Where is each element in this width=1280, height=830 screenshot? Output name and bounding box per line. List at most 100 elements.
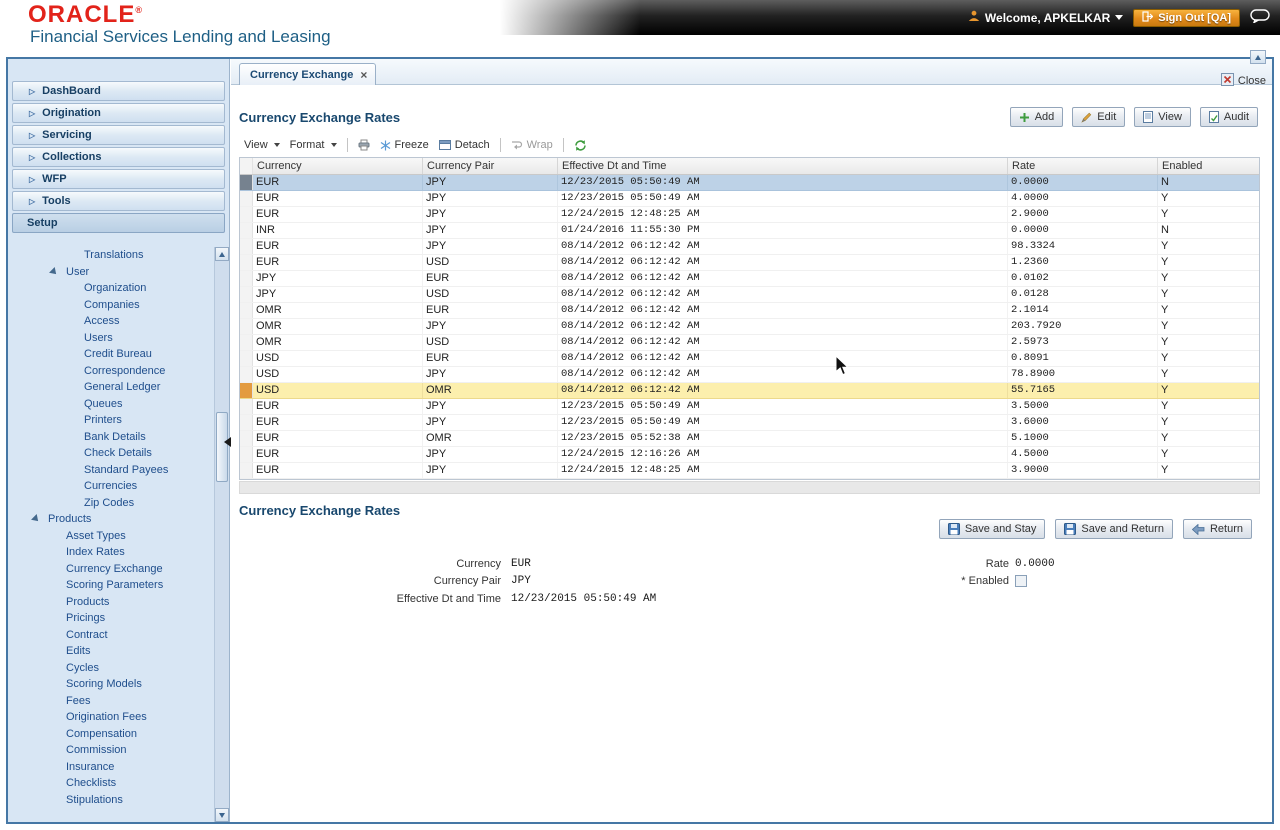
- tree-item-label: Check Details: [84, 447, 152, 459]
- table-row[interactable]: EURJPY08/14/2012 06:12:42 AM98.3324Y: [240, 239, 1259, 255]
- table-row[interactable]: JPYEUR08/14/2012 06:12:42 AM0.0102Y: [240, 271, 1259, 287]
- return-button[interactable]: Return: [1183, 519, 1252, 539]
- save-and-stay-button[interactable]: Save and Stay: [939, 519, 1046, 539]
- tree-item-scoring-models[interactable]: Scoring Models: [66, 676, 214, 693]
- toolbar-view-menu[interactable]: View: [239, 139, 285, 151]
- enabled-checkbox[interactable]: [1015, 575, 1027, 587]
- header-rate[interactable]: Rate: [1008, 158, 1158, 174]
- table-row[interactable]: EURJPY12/23/2015 05:50:49 AM4.0000Y: [240, 191, 1259, 207]
- table-row[interactable]: OMREUR08/14/2012 06:12:42 AM2.1014Y: [240, 303, 1259, 319]
- cell-datetime: 08/14/2012 06:12:42 AM: [558, 335, 1008, 350]
- table-row[interactable]: EURJPY12/23/2015 05:50:49 AM3.5000Y: [240, 399, 1259, 415]
- tree-item-compensation[interactable]: Compensation: [66, 726, 214, 743]
- tree-item-scoring-parameters[interactable]: Scoring Parameters: [66, 577, 214, 594]
- chat-icon[interactable]: [1250, 9, 1270, 26]
- tree-item-fees[interactable]: Fees: [66, 693, 214, 710]
- tree-item-bank-details[interactable]: Bank Details: [84, 429, 214, 446]
- tree-item-asset-types[interactable]: Asset Types: [66, 528, 214, 545]
- table-row[interactable]: OMRUSD08/14/2012 06:12:42 AM2.5973Y: [240, 335, 1259, 351]
- edit-button[interactable]: Edit: [1072, 107, 1125, 127]
- tree-item-standard-payees[interactable]: Standard Payees: [84, 462, 214, 479]
- header-datetime[interactable]: Effective Dt and Time: [558, 158, 1008, 174]
- sidebar-item-origination[interactable]: ▷Origination: [12, 103, 225, 123]
- tree-item-products[interactable]: Products: [66, 594, 214, 611]
- add-button[interactable]: Add: [1010, 107, 1064, 127]
- cell-currency-pair: USD: [423, 287, 558, 302]
- tree-item-check-details[interactable]: Check Details: [84, 445, 214, 462]
- tree-item-credit-bureau[interactable]: Credit Bureau: [84, 346, 214, 363]
- tree-item-edits[interactable]: Edits: [66, 643, 214, 660]
- save-and-return-button[interactable]: Save and Return: [1055, 519, 1173, 539]
- sidebar-item-tools[interactable]: ▷Tools: [12, 191, 225, 211]
- sidebar-collapse-handle[interactable]: [224, 431, 234, 453]
- print-button[interactable]: [353, 139, 375, 151]
- tree-item-organization[interactable]: Organization: [84, 280, 214, 297]
- tree-item-checklists[interactable]: Checklists: [66, 775, 214, 792]
- tree-item-index-rates[interactable]: Index Rates: [66, 544, 214, 561]
- tree-item-commission[interactable]: Commission: [66, 742, 214, 759]
- table-row[interactable]: INRJPY01/24/2016 11:55:30 PM0.0000N: [240, 223, 1259, 239]
- tree-item-label: Companies: [84, 299, 140, 311]
- user-menu[interactable]: Welcome, APKELKAR: [968, 10, 1123, 25]
- tree-item-contract[interactable]: Contract: [66, 627, 214, 644]
- header-enabled[interactable]: Enabled: [1158, 158, 1259, 174]
- tree-item-translations[interactable]: Translations: [84, 247, 214, 264]
- view-button[interactable]: View: [1134, 107, 1191, 127]
- table-row[interactable]: EURUSD08/14/2012 06:12:42 AM1.2360Y: [240, 255, 1259, 271]
- table-row[interactable]: EURJPY12/23/2015 05:50:49 AM0.0000N: [240, 175, 1259, 191]
- tree-item-currency-exchange[interactable]: Currency Exchange: [66, 561, 214, 578]
- detach-button[interactable]: Detach: [434, 139, 495, 151]
- row-marker: [240, 175, 253, 190]
- tree-item-zip-codes[interactable]: Zip Codes: [84, 495, 214, 512]
- table-row[interactable]: USDOMR08/14/2012 06:12:42 AM55.7165Y: [240, 383, 1259, 399]
- tree-item-currencies[interactable]: Currencies: [84, 478, 214, 495]
- audit-button[interactable]: Audit: [1200, 107, 1258, 127]
- page-scroll-up-button[interactable]: [1250, 50, 1266, 64]
- table-row[interactable]: EUROMR12/23/2015 05:52:38 AM5.1000Y: [240, 431, 1259, 447]
- table-row[interactable]: USDJPY08/14/2012 06:12:42 AM78.8900Y: [240, 367, 1259, 383]
- sidebar-scrollbar[interactable]: [214, 247, 229, 822]
- grid-horizontal-scrollbar[interactable]: [239, 481, 1260, 494]
- tree-item-origination-fees[interactable]: Origination Fees: [66, 709, 214, 726]
- wrap-button[interactable]: Wrap: [506, 139, 558, 151]
- table-row[interactable]: EURJPY12/24/2015 12:48:25 AM3.9000Y: [240, 463, 1259, 479]
- tree-item-insurance[interactable]: Insurance: [66, 759, 214, 776]
- tree-item-users[interactable]: Users: [84, 330, 214, 347]
- toolbar-format-menu[interactable]: Format: [285, 139, 342, 151]
- sidebar-item-dashboard[interactable]: ▷DashBoard: [12, 81, 225, 101]
- tree-item-printers[interactable]: Printers: [84, 412, 214, 429]
- table-row[interactable]: EURJPY12/23/2015 05:50:49 AM3.6000Y: [240, 415, 1259, 431]
- table-row[interactable]: JPYUSD08/14/2012 06:12:42 AM0.0128Y: [240, 287, 1259, 303]
- tree-item-user[interactable]: User: [50, 264, 214, 281]
- refresh-rates-button[interactable]: [569, 139, 592, 152]
- toolbar-separator: [500, 138, 501, 152]
- sign-out-button[interactable]: Sign Out [QA]: [1133, 9, 1240, 27]
- scroll-up-button[interactable]: [215, 247, 229, 261]
- header-currency[interactable]: Currency: [253, 158, 423, 174]
- freeze-button[interactable]: Freeze: [375, 139, 434, 151]
- tree-item-queues[interactable]: Queues: [84, 396, 214, 413]
- tree-item-label: Products: [48, 513, 91, 525]
- table-row[interactable]: USDEUR08/14/2012 06:12:42 AM0.8091Y: [240, 351, 1259, 367]
- sidebar-item-setup[interactable]: Setup: [12, 213, 225, 233]
- tree-item-cycles[interactable]: Cycles: [66, 660, 214, 677]
- table-row[interactable]: EURJPY12/24/2015 12:48:25 AM2.9000Y: [240, 207, 1259, 223]
- tree-item-products[interactable]: Products: [32, 511, 214, 528]
- table-row[interactable]: OMRJPY08/14/2012 06:12:42 AM203.7920Y: [240, 319, 1259, 335]
- tab-close-icon[interactable]: ×: [360, 68, 367, 82]
- tab-currency-exchange[interactable]: Currency Exchange ×: [239, 63, 376, 85]
- tree-item-access[interactable]: Access: [84, 313, 214, 330]
- tree-item-pricings[interactable]: Pricings: [66, 610, 214, 627]
- sidebar-item-wfp[interactable]: ▷WFP: [12, 169, 225, 189]
- mouse-cursor: [836, 356, 850, 383]
- sidebar-item-servicing[interactable]: ▷Servicing: [12, 125, 225, 145]
- scroll-down-button[interactable]: [215, 808, 229, 822]
- header-currency-pair[interactable]: Currency Pair: [423, 158, 558, 174]
- tree-item-general-ledger[interactable]: General Ledger: [84, 379, 214, 396]
- table-row[interactable]: EURJPY12/24/2015 12:16:26 AM4.5000Y: [240, 447, 1259, 463]
- tree-item-stipulations[interactable]: Stipulations: [66, 792, 214, 809]
- row-marker: [240, 207, 253, 222]
- tree-item-correspondence[interactable]: Correspondence: [84, 363, 214, 380]
- tree-item-companies[interactable]: Companies: [84, 297, 214, 314]
- sidebar-item-collections[interactable]: ▷Collections: [12, 147, 225, 167]
